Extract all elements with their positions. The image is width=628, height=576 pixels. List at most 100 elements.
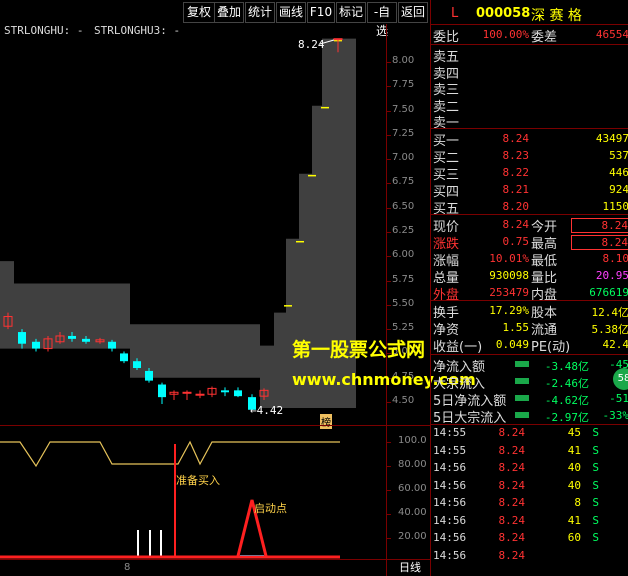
indicator-tick-label: 20.00 <box>398 531 427 542</box>
flow-bar <box>515 378 529 384</box>
tick-side: S <box>592 478 599 492</box>
tick-volume: 60 <box>567 531 581 544</box>
stat-value: 10.01% <box>489 252 529 265</box>
candle-body-down <box>108 341 116 349</box>
price-tick-mark <box>386 304 391 306</box>
indicator-tick-mark <box>386 514 391 515</box>
price-tick-label: 6.00 <box>392 249 415 261</box>
price-tick-mark <box>386 86 391 88</box>
stat-value: 0.75 <box>502 235 530 248</box>
candle-body-down <box>68 335 76 339</box>
flow-value: -2.46亿 <box>544 377 589 390</box>
tick-side: S <box>592 531 599 544</box>
flow-badge: 58 <box>613 368 628 390</box>
price-tick-label: 7.75 <box>392 79 415 91</box>
buy-level-price: 8.22 <box>502 166 530 179</box>
price-tick-label: 5.75 <box>392 273 415 285</box>
buy-level-volume: 924 <box>609 183 628 196</box>
price-tick-label: 7.50 <box>392 103 415 115</box>
chart-panel: 复权 叠加 统计 画线 F10 标记 -自选 返回 STRLONGHU: - S… <box>0 0 476 576</box>
price-tick-label: 7.25 <box>392 127 415 139</box>
tick-price: 8.24 <box>498 461 526 474</box>
indicator-tick-label: 40.00 <box>398 507 427 518</box>
stat-value: 5.38亿 <box>591 323 628 336</box>
stat-value: 8.24 <box>502 218 530 231</box>
flow-value: -4.62亿 <box>544 394 589 407</box>
signal-line <box>0 440 340 468</box>
axis-border <box>386 24 387 576</box>
price-tick-mark <box>386 134 391 136</box>
stat-value: 253479 <box>489 286 529 299</box>
stat-value: 930098 <box>489 269 529 282</box>
candle-body-down <box>82 338 90 342</box>
candle-body-up <box>333 38 343 41</box>
stat-value: 20.95 <box>595 269 628 282</box>
candle-body-up <box>182 391 192 394</box>
flow-bar <box>515 361 529 367</box>
tick-side: S <box>592 496 599 509</box>
candle-body-down <box>133 361 141 368</box>
stat-label: PE(动) <box>531 340 571 355</box>
tick-side: S <box>592 513 599 527</box>
stock-terminal: { "toolbar":{ "items":["复权","叠加","统计","画… <box>0 0 628 576</box>
watermark-title: 第一股票公式网 <box>292 339 426 361</box>
candle-body-down <box>145 370 153 381</box>
candle-body-down <box>120 353 128 362</box>
stock-code: 000058 <box>476 6 531 21</box>
weicha-label: 委差 <box>531 30 558 45</box>
tick-side: S <box>592 443 599 457</box>
price-tick-label: 6.75 <box>392 176 415 188</box>
tick-volume: 41 <box>567 443 581 457</box>
price-tick-mark <box>386 256 391 258</box>
stat-value: 12.4亿 <box>591 306 628 319</box>
start-point-label: 启动点 <box>254 502 287 515</box>
tick-time: 14:56 <box>433 548 467 562</box>
market-flag: L <box>451 6 459 21</box>
toolbar-fanhui-button[interactable]: 返回 <box>398 2 428 23</box>
candle-body-down <box>234 390 242 397</box>
tick-price: 8.24 <box>498 496 526 509</box>
tick-side: S <box>592 461 599 474</box>
price-tick-mark <box>386 110 391 112</box>
tick-price: 8.24 <box>498 478 526 492</box>
buy-level-price: 8.21 <box>502 183 530 196</box>
price-tick-label: 6.50 <box>392 200 415 212</box>
candle-body-up <box>195 393 205 396</box>
candle-body-down <box>221 390 229 393</box>
price-tick-label: 7.00 <box>392 152 415 164</box>
weibi-value: 100.00% <box>482 28 529 41</box>
stat-value: 8.24 <box>571 235 628 250</box>
price-tick-label: 4.50 <box>392 395 415 406</box>
buy-level-price: 8.20 <box>502 200 530 213</box>
price-tick-label: 6.25 <box>392 225 415 236</box>
tick-time: 14:56 <box>433 513 467 527</box>
tick-time: 14:55 <box>433 426 467 439</box>
quote-panel: L 000058 深 赛 格 委比 100.00% 委差 46554 卖五 卖四卖… <box>430 0 628 576</box>
candle-body-down <box>18 332 26 344</box>
buy-level-price: 8.24 <box>502 132 530 145</box>
tick-volume: 41 <box>567 513 581 527</box>
tick-time: 14:56 <box>433 531 467 544</box>
buy-level-volume: 43497 <box>595 132 628 145</box>
tick-price: 8.24 <box>498 443 526 457</box>
tick-time: 14:56 <box>433 478 467 492</box>
price-tick-mark <box>386 183 391 185</box>
price-tick-mark <box>386 329 391 331</box>
stat-value: 8.10 <box>602 252 628 265</box>
signal-indicator-chart <box>0 440 340 559</box>
tick-volume: 40 <box>567 478 581 492</box>
buy-signal-label: 准备买入 <box>176 474 220 487</box>
date-marker: 8 <box>124 562 131 573</box>
flow-bar <box>515 395 529 401</box>
indicator-tick-label: 80.00 <box>398 459 427 470</box>
stat-value: 676619 <box>589 286 628 299</box>
candle-body-down <box>158 384 166 398</box>
price-tick-mark <box>386 207 391 209</box>
indicator-tick-label: 100.0 <box>398 435 427 446</box>
price-tick-mark <box>386 402 391 403</box>
indicator-tick-label: 60.00 <box>398 483 427 494</box>
stat-value: 17.29% <box>489 304 529 317</box>
period-selector[interactable]: 日线 <box>394 560 426 576</box>
price-tick-label: 5.50 <box>392 297 415 309</box>
flow-pct: -33% <box>602 409 628 422</box>
